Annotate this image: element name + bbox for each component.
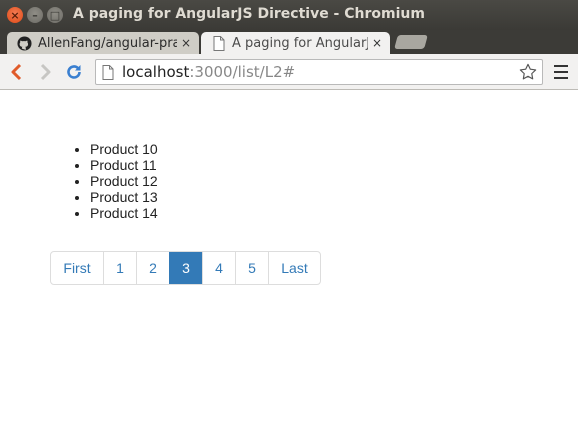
page-1-button[interactable]: 1: [103, 252, 136, 284]
menu-icon[interactable]: [553, 63, 569, 81]
list-item: Product 14: [90, 205, 158, 221]
github-icon: [17, 35, 32, 51]
reload-icon[interactable]: [64, 62, 84, 82]
tab-label: AllenFang/angular-pra: [38, 35, 177, 51]
tab-paging[interactable]: A paging for AngularJS ×: [201, 32, 390, 54]
tab-label: A paging for AngularJS: [232, 35, 368, 51]
url-path: :3000/list/L2#: [189, 63, 296, 81]
page-icon: [211, 35, 226, 51]
page-icon: [102, 64, 116, 80]
page-2-button[interactable]: 2: [136, 252, 169, 284]
url-host: localhost: [122, 63, 190, 81]
browser-toolbar: localhost:3000/list/L2#: [0, 54, 578, 90]
tab-strip: AllenFang/angular-pra × A paging for Ang…: [0, 30, 578, 54]
forward-icon[interactable]: [36, 62, 56, 82]
pagination: First 1 2 3 4 5 Last: [50, 251, 321, 285]
list-item: Product 12: [90, 173, 158, 189]
window-maximize-button[interactable]: □: [47, 7, 63, 23]
page-first-button[interactable]: First: [51, 252, 103, 284]
list-item: Product 13: [90, 189, 158, 205]
page-3-button[interactable]: 3: [169, 252, 202, 284]
window-titlebar: × – □ A paging for AngularJS Directive -…: [0, 0, 578, 30]
address-bar[interactable]: localhost:3000/list/L2#: [95, 59, 543, 85]
new-tab-button[interactable]: [394, 35, 428, 49]
url-text: localhost:3000/list/L2#: [122, 63, 295, 81]
back-icon[interactable]: [6, 62, 26, 82]
window-minimize-button[interactable]: –: [27, 7, 43, 23]
list-item: Product 10: [90, 141, 158, 157]
tab-close-icon[interactable]: ×: [368, 36, 386, 50]
tab-close-icon[interactable]: ×: [177, 36, 195, 50]
tab-github[interactable]: AllenFang/angular-pra ×: [7, 32, 199, 54]
window-close-button[interactable]: ×: [7, 7, 23, 23]
list-item: Product 11: [90, 157, 158, 173]
page-5-button[interactable]: 5: [235, 252, 268, 284]
product-list: Product 10 Product 11 Product 12 Product…: [90, 141, 158, 221]
page-4-button[interactable]: 4: [202, 252, 235, 284]
window-title: A paging for AngularJS Directive - Chrom…: [73, 6, 425, 22]
page-last-button[interactable]: Last: [268, 252, 320, 284]
star-icon[interactable]: [518, 62, 538, 82]
page-content: Product 10 Product 11 Product 12 Product…: [0, 91, 578, 423]
